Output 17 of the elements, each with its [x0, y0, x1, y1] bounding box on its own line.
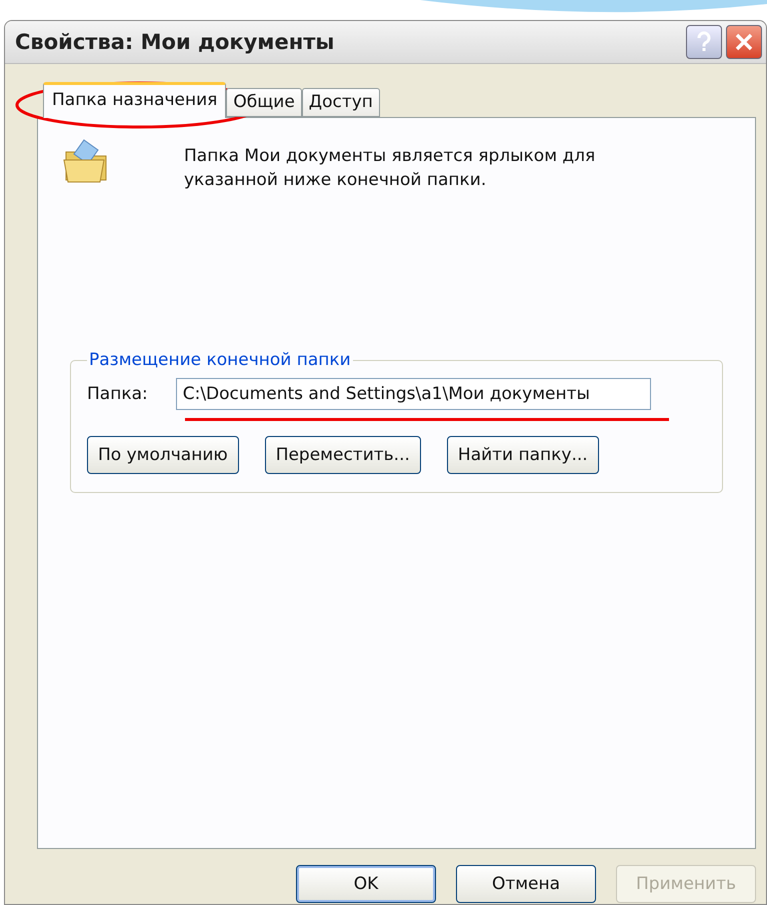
help-icon [696, 31, 712, 53]
tab[interactable]: Папка назначения [43, 82, 226, 118]
close-button[interactable] [726, 25, 762, 59]
field-label: Папка: [87, 384, 148, 404]
folder-path-field[interactable]: C:\Documents and Settings\a1\Мои документы [176, 378, 651, 410]
folder-action-button[interactable]: Найти папку... [446, 436, 599, 474]
dialog-button[interactable]: Отмена [456, 865, 596, 903]
close-icon [734, 32, 754, 52]
group-title: Размещение конечной папки [88, 350, 352, 370]
folder-action-button[interactable]: По умолчанию [87, 436, 239, 474]
folder-action-button[interactable]: Переместить... [264, 436, 421, 474]
window-title: Свойства: Мои документы [15, 30, 334, 54]
tab[interactable]: Доступ [302, 88, 380, 117]
description-text: Папка Мои документы является ярлыком для указанной ниже конечной папки. [184, 145, 596, 192]
help-button[interactable] [686, 25, 722, 59]
dialog-button[interactable]: OK [296, 865, 436, 903]
tab[interactable]: Общие [226, 88, 302, 117]
